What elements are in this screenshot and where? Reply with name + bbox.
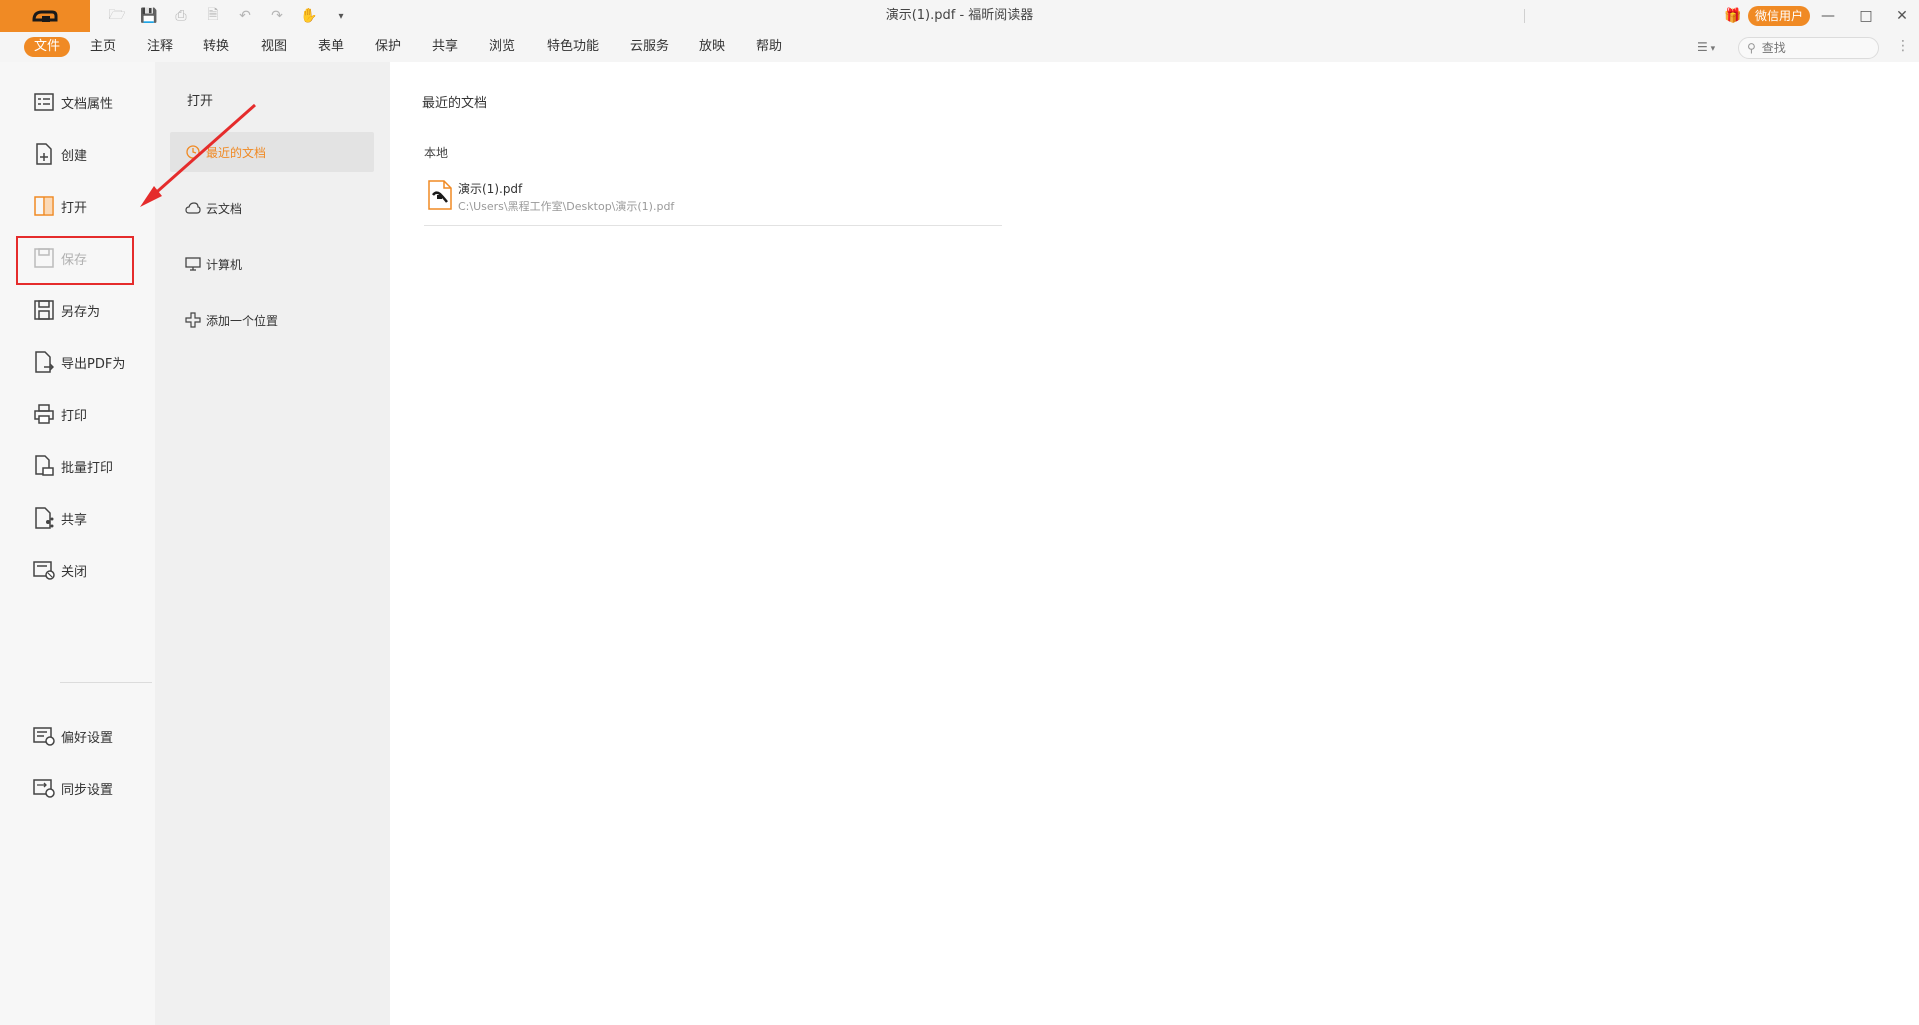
sync-settings-icon bbox=[33, 777, 55, 799]
gift-icon[interactable]: 🎁 bbox=[1724, 7, 1742, 25]
foxit-logo-icon bbox=[32, 10, 58, 22]
menu-browse[interactable]: 浏览 bbox=[483, 37, 521, 57]
new-document-icon[interactable]: 🗎 bbox=[202, 6, 224, 26]
sidebar-item-label: 共享 bbox=[61, 512, 88, 528]
preferences-icon bbox=[33, 725, 55, 747]
title-bar: 🗁 💾 ⎙ 🗎 ↶ ↷ ✋ ▾ 演示(1).pdf - 福昕阅读器 🎁 微信用户… bbox=[0, 0, 1919, 32]
open-item-label: 云文档 bbox=[206, 201, 243, 216]
hand-tool-icon[interactable]: ✋ bbox=[298, 6, 320, 26]
app-logo[interactable] bbox=[0, 0, 90, 32]
file-path: C:\Users\黑程工作室\Desktop\演示(1).pdf bbox=[458, 200, 675, 213]
sidebar-item-close[interactable]: 关闭 bbox=[33, 556, 87, 584]
quick-access-toolbar: 🗁 💾 ⎙ 🗎 ↶ ↷ ✋ ▾ bbox=[106, 6, 352, 26]
open-folder-icon[interactable]: 🗁 bbox=[106, 6, 128, 26]
open-icon bbox=[33, 195, 55, 217]
title-separator bbox=[1524, 9, 1525, 23]
sidebar-item-label: 关闭 bbox=[61, 564, 88, 580]
menu-slideshow[interactable]: 放映 bbox=[693, 37, 731, 57]
menu-bar: 文件 主页 注释 转换 视图 表单 保护 共享 浏览 特色功能 云服务 放映 帮… bbox=[0, 32, 1919, 62]
recent-documents-panel: 最近的文档 本地 演示(1).pdf C:\Users\黑程工作室\Deskto… bbox=[390, 62, 1919, 1025]
plus-icon bbox=[184, 311, 202, 329]
menu-features[interactable]: 特色功能 bbox=[541, 37, 605, 57]
sidebar-item-label: 文档属性 bbox=[61, 96, 114, 112]
close-window-button[interactable]: ✕ bbox=[1884, 2, 1919, 30]
create-icon bbox=[33, 143, 55, 165]
sidebar-item-preferences[interactable]: 偏好设置 bbox=[33, 722, 113, 750]
clock-icon bbox=[184, 143, 202, 161]
menu-file[interactable]: 文件 bbox=[24, 37, 71, 57]
minimize-button[interactable]: — bbox=[1810, 2, 1846, 30]
cloud-icon bbox=[184, 199, 202, 217]
export-pdf-icon bbox=[33, 351, 55, 373]
local-section-title: 本地 bbox=[424, 146, 449, 160]
sidebar-item-label: 打印 bbox=[61, 408, 88, 424]
chevron-down-icon: ▾ bbox=[1707, 44, 1716, 54]
menu-view[interactable]: 视图 bbox=[255, 37, 293, 57]
sidebar-item-label: 另存为 bbox=[61, 304, 101, 320]
menu-form[interactable]: 表单 bbox=[312, 37, 350, 57]
menu-convert[interactable]: 转换 bbox=[197, 37, 235, 57]
document-properties-icon bbox=[33, 91, 55, 113]
view-mode-dropdown[interactable]: ☰ ▾ bbox=[1697, 37, 1715, 57]
menu-home[interactable]: 主页 bbox=[84, 37, 122, 57]
sidebar-item-document-properties[interactable]: 文档属性 bbox=[33, 88, 113, 116]
print-icon bbox=[33, 403, 55, 425]
sidebar-item-export-pdf[interactable]: 导出PDF为 bbox=[33, 348, 125, 376]
open-cloud-documents[interactable]: 云文档 bbox=[170, 188, 374, 228]
sidebar-item-sync-settings[interactable]: 同步设置 bbox=[33, 774, 113, 802]
view-mode-icon: ☰ bbox=[1697, 40, 1708, 54]
menu-share[interactable]: 共享 bbox=[426, 37, 464, 57]
sidebar-item-label: 导出PDF为 bbox=[61, 356, 126, 372]
search-input[interactable] bbox=[1761, 41, 1862, 55]
sidebar-item-label: 偏好设置 bbox=[61, 730, 114, 746]
menu-protect[interactable]: 保护 bbox=[369, 37, 407, 57]
close-document-icon bbox=[33, 559, 55, 581]
open-item-label: 最近的文档 bbox=[206, 145, 267, 160]
sidebar-item-label: 创建 bbox=[61, 148, 88, 164]
search-icon: ⚲ bbox=[1747, 41, 1756, 55]
pdf-file-icon bbox=[428, 180, 452, 210]
sidebar-item-label: 批量打印 bbox=[61, 460, 114, 476]
open-item-label: 添加一个位置 bbox=[206, 313, 279, 328]
highlight-box bbox=[16, 236, 134, 285]
open-panel-title: 打开 bbox=[187, 94, 214, 109]
sidebar-item-print[interactable]: 打印 bbox=[33, 400, 87, 428]
share-icon bbox=[33, 507, 55, 529]
user-badge[interactable]: 微信用户 bbox=[1748, 6, 1811, 26]
sidebar-item-open[interactable]: 打开 bbox=[33, 192, 87, 220]
menu-cloud[interactable]: 云服务 bbox=[624, 37, 675, 57]
open-item-label: 计算机 bbox=[206, 257, 243, 272]
collapse-ribbon-icon[interactable]: ⋮ bbox=[1896, 38, 1910, 54]
maximize-button[interactable]: □ bbox=[1848, 2, 1884, 30]
sidebar-item-share[interactable]: 共享 bbox=[33, 504, 87, 532]
save-as-icon bbox=[33, 299, 55, 321]
recent-title: 最近的文档 bbox=[422, 96, 488, 111]
undo-icon[interactable]: ↶ bbox=[234, 6, 256, 26]
sidebar-item-create[interactable]: 创建 bbox=[33, 140, 87, 168]
sidebar-divider bbox=[60, 682, 152, 683]
print-icon[interactable]: ⎙ bbox=[170, 6, 192, 26]
recent-file-item[interactable]: 演示(1).pdf C:\Users\黑程工作室\Desktop\演示(1).p… bbox=[424, 174, 1002, 226]
open-recent-documents[interactable]: 最近的文档 bbox=[170, 132, 374, 172]
file-name: 演示(1).pdf bbox=[458, 182, 523, 196]
open-add-location[interactable]: 添加一个位置 bbox=[170, 300, 374, 340]
customize-toolbar-icon[interactable]: ▾ bbox=[330, 6, 352, 26]
batch-print-icon bbox=[33, 455, 55, 477]
open-panel: 打开 最近的文档 云文档 计算机 添加一个位置 bbox=[155, 62, 390, 1025]
sidebar-item-batch-print[interactable]: 批量打印 bbox=[33, 452, 113, 480]
search-box[interactable]: ⚲ bbox=[1738, 37, 1879, 59]
sidebar-item-label: 打开 bbox=[61, 200, 88, 216]
menu-comment[interactable]: 注释 bbox=[141, 37, 179, 57]
sidebar-item-label: 同步设置 bbox=[61, 782, 114, 798]
computer-icon bbox=[184, 255, 202, 273]
save-icon[interactable]: 💾 bbox=[138, 6, 160, 26]
open-computer[interactable]: 计算机 bbox=[170, 244, 374, 284]
menu-help[interactable]: 帮助 bbox=[750, 37, 788, 57]
sidebar-item-save-as[interactable]: 另存为 bbox=[33, 296, 100, 324]
file-menu-sidebar: 文档属性 创建 打开 保存 另存为 导出PDF为 打印 批量打印 共享 关闭 偏… bbox=[0, 62, 155, 1025]
redo-icon[interactable]: ↷ bbox=[266, 6, 288, 26]
